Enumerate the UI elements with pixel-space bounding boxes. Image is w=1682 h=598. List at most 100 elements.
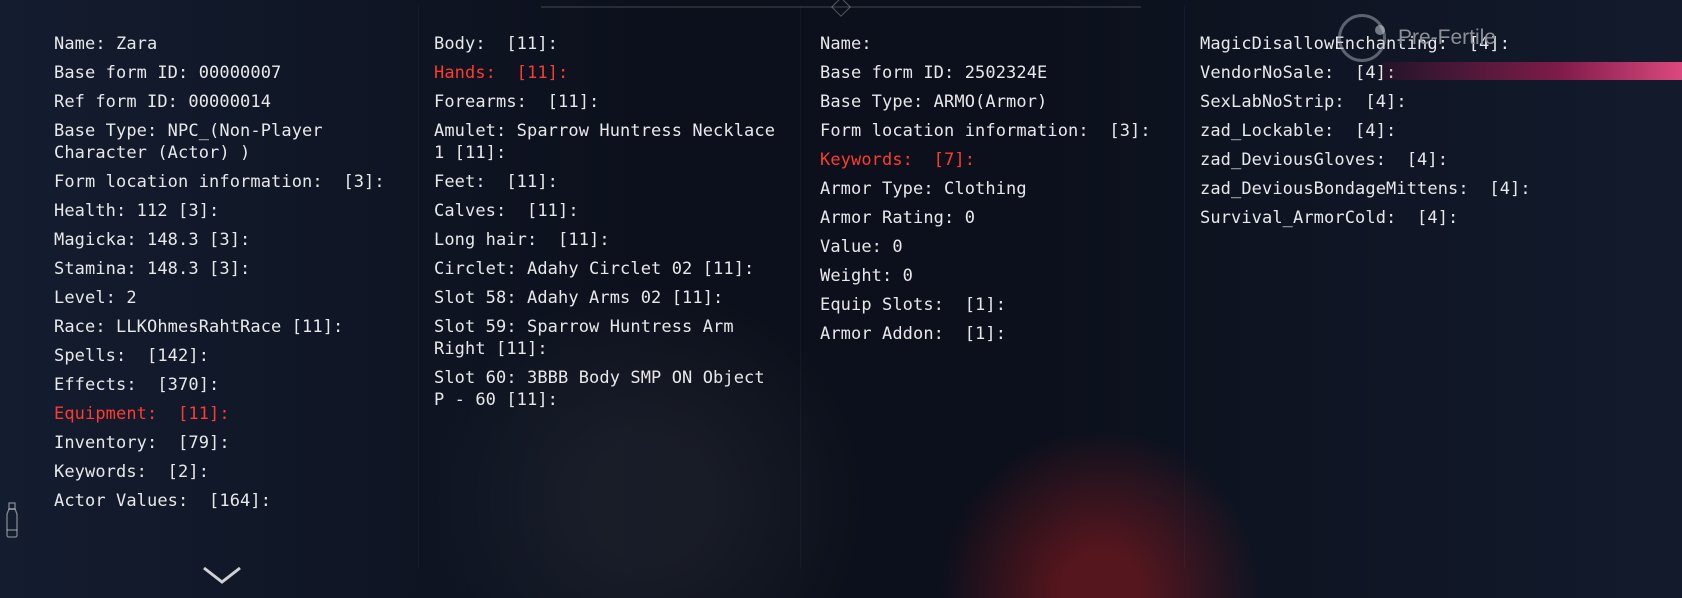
info-row-text: Health: 112 [3]: bbox=[54, 201, 219, 221]
info-row-text: Base form ID: 2502324E bbox=[820, 63, 1047, 83]
compass-hud bbox=[0, 0, 1682, 14]
actor-info-column: Name: Zara Base form ID: 00000007 Ref form… bbox=[0, 30, 420, 598]
info-row-text: Form location information: [3]: bbox=[820, 121, 1151, 141]
item-info-column: Name: Base form ID: 2502324E Base Type: AR… bbox=[802, 30, 1184, 598]
info-row-text: Keywords: [2]: bbox=[54, 462, 209, 482]
info-row[interactable]: Base Type: NPC_(Non-Player Character (Ac… bbox=[54, 117, 400, 168]
info-row[interactable]: Inventory: [79]: bbox=[54, 429, 400, 458]
info-row-text: Forearms: [11]: bbox=[434, 92, 599, 112]
fertility-status: Pre-Fertile bbox=[1338, 14, 1496, 62]
info-row[interactable]: Name: bbox=[820, 30, 1164, 59]
info-row-text: Equipment: [11]: bbox=[54, 404, 230, 424]
info-row[interactable]: Equip Slots: [1]: bbox=[820, 291, 1164, 320]
info-row[interactable]: Slot 58: Adahy Arms 02 [11]: bbox=[434, 284, 782, 313]
info-row[interactable]: Slot 60: 3BBB Body SMP ON Object P - 60 … bbox=[434, 364, 782, 415]
info-row[interactable]: Ref form ID: 00000014 bbox=[54, 88, 400, 117]
info-row-text: Slot 60: 3BBB Body SMP ON Object P - 60 … bbox=[434, 368, 775, 410]
info-row[interactable]: Keywords: [7]: bbox=[820, 146, 1164, 175]
info-row[interactable]: zad_Lockable: [4]: bbox=[1200, 117, 1644, 146]
status-label: Pre-Fertile bbox=[1398, 26, 1496, 50]
info-row-text: Armor Rating: 0 bbox=[820, 208, 975, 228]
info-row[interactable]: Amulet: Sparrow Huntress Necklace 1 [11]… bbox=[434, 117, 782, 168]
info-row[interactable]: Actor Values: [164]: bbox=[54, 487, 400, 516]
info-row[interactable]: Forearms: [11]: bbox=[434, 88, 782, 117]
info-row[interactable]: Name: Zara bbox=[54, 30, 400, 59]
info-row[interactable]: Armor Type: Clothing bbox=[820, 175, 1164, 204]
info-row[interactable]: Health: 112 [3]: bbox=[54, 197, 400, 226]
info-row[interactable]: Hands: [11]: bbox=[434, 59, 782, 88]
info-row-text: Ref form ID: 00000014 bbox=[54, 92, 271, 112]
info-row[interactable]: Survival_ArmorCold: [4]: bbox=[1200, 204, 1644, 233]
info-row[interactable]: Body: [11]: bbox=[434, 30, 782, 59]
keywords-column: MagicDisallowEnchanting: [4]:VendorNoSal… bbox=[1184, 30, 1664, 598]
info-row-text: Value: 0 bbox=[820, 237, 903, 257]
status-ring-icon bbox=[1338, 14, 1386, 62]
info-row[interactable]: Stamina: 148.3 [3]: bbox=[54, 255, 400, 284]
info-row-text: Slot 59: Sparrow Huntress Arm Right [11]… bbox=[434, 317, 744, 359]
info-row-text: Equip Slots: [1]: bbox=[820, 295, 1006, 315]
info-row-text: Long hair: [11]: bbox=[434, 230, 610, 250]
chevron-down-icon[interactable] bbox=[200, 564, 244, 586]
info-row[interactable]: Spells: [142]: bbox=[54, 342, 400, 371]
info-row[interactable]: Armor Rating: 0 bbox=[820, 204, 1164, 233]
info-row-text: Slot 58: Adahy Arms 02 [11]: bbox=[434, 288, 723, 308]
info-row-text: Calves: [11]: bbox=[434, 201, 579, 221]
info-row-text: Inventory: [79]: bbox=[54, 433, 230, 453]
info-row[interactable]: Value: 0 bbox=[820, 233, 1164, 262]
info-row-text: Spells: [142]: bbox=[54, 346, 209, 366]
info-row-text: Actor Values: [164]: bbox=[54, 491, 271, 511]
info-row-text: Base Type: ARMO(Armor) bbox=[820, 92, 1047, 112]
info-row-text: Base form ID: 00000007 bbox=[54, 63, 281, 83]
info-row-text: SexLabNoStrip: [4]: bbox=[1200, 92, 1407, 112]
info-row-text: Stamina: 148.3 [3]: bbox=[54, 259, 250, 279]
info-row[interactable]: Magicka: 148.3 [3]: bbox=[54, 226, 400, 255]
info-row-text: Effects: [370]: bbox=[54, 375, 219, 395]
info-panels: Name: Zara Base form ID: 00000007 Ref form… bbox=[0, 30, 1682, 598]
bottle-icon bbox=[2, 502, 22, 538]
info-row-text: VendorNoSale: [4]: bbox=[1200, 63, 1396, 83]
health-bar bbox=[1382, 62, 1682, 80]
info-row[interactable]: Weight: 0 bbox=[820, 262, 1164, 291]
info-row[interactable]: Equipment: [11]: bbox=[54, 400, 400, 429]
info-row[interactable]: Circlet: Adahy Circlet 02 [11]: bbox=[434, 255, 782, 284]
info-row-text: Form location information: [3]: bbox=[54, 172, 385, 192]
info-row-text: Weight: 0 bbox=[820, 266, 913, 286]
info-row[interactable]: Level: 2 bbox=[54, 284, 400, 313]
info-row[interactable]: Form location information: [3]: bbox=[820, 117, 1164, 146]
info-row[interactable]: Calves: [11]: bbox=[434, 197, 782, 226]
info-row[interactable]: zad_DeviousBondageMittens: [4]: bbox=[1200, 175, 1644, 204]
info-row[interactable]: Armor Addon: [1]: bbox=[820, 320, 1164, 349]
info-row[interactable]: Feet: [11]: bbox=[434, 168, 782, 197]
compass-bar bbox=[541, 6, 1141, 8]
info-row[interactable]: Form location information: [3]: bbox=[54, 168, 400, 197]
info-row-text: Magicka: 148.3 [3]: bbox=[54, 230, 250, 250]
info-row[interactable]: Effects: [370]: bbox=[54, 371, 400, 400]
info-row-text: Armor Addon: [1]: bbox=[820, 324, 1006, 344]
info-row-text: Amulet: Sparrow Huntress Necklace 1 [11]… bbox=[434, 121, 785, 163]
info-row[interactable]: SexLabNoStrip: [4]: bbox=[1200, 88, 1644, 117]
info-row-text: Feet: [11]: bbox=[434, 172, 558, 192]
info-row-text: zad_Lockable: [4]: bbox=[1200, 121, 1396, 141]
info-row-text: Base Type: NPC_(Non-Player Character (Ac… bbox=[54, 121, 333, 163]
info-row[interactable]: Base form ID: 00000007 bbox=[54, 59, 400, 88]
info-row-text: Circlet: Adahy Circlet 02 [11]: bbox=[434, 259, 754, 279]
info-row[interactable]: Base form ID: 2502324E bbox=[820, 59, 1164, 88]
info-row[interactable]: Slot 59: Sparrow Huntress Arm Right [11]… bbox=[434, 313, 782, 364]
info-row-text: Body: [11]: bbox=[434, 34, 558, 54]
info-row-text: Hands: [11]: bbox=[434, 63, 568, 83]
equipment-column: Body: [11]: Hands: [11]: Forearms: [11]: Am… bbox=[420, 30, 802, 598]
info-row-text: Race: LLKOhmesRahtRace [11]: bbox=[54, 317, 343, 337]
info-row-text: Level: 2 bbox=[54, 288, 137, 308]
info-row-text: zad_DeviousGloves: [4]: bbox=[1200, 150, 1448, 170]
info-row[interactable]: Base Type: ARMO(Armor) bbox=[820, 88, 1164, 117]
info-row-text: Name: Zara bbox=[54, 34, 157, 54]
info-row-text: Survival_ArmorCold: [4]: bbox=[1200, 208, 1458, 228]
info-row-text: zad_DeviousBondageMittens: [4]: bbox=[1200, 179, 1531, 199]
info-row[interactable]: Race: LLKOhmesRahtRace [11]: bbox=[54, 313, 400, 342]
info-row[interactable]: Long hair: [11]: bbox=[434, 226, 782, 255]
info-row-text: Name: bbox=[820, 34, 872, 54]
info-row[interactable]: zad_DeviousGloves: [4]: bbox=[1200, 146, 1644, 175]
info-row-text: Keywords: [7]: bbox=[820, 150, 975, 170]
info-row-text: Armor Type: Clothing bbox=[820, 179, 1027, 199]
info-row[interactable]: Keywords: [2]: bbox=[54, 458, 400, 487]
